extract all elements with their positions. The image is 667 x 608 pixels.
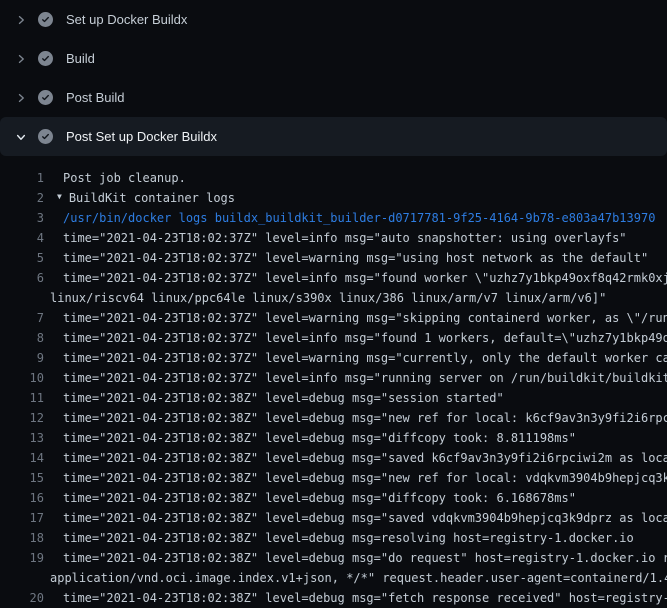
log-text: time="2021-04-23T18:02:38Z" level=debug … xyxy=(44,448,667,468)
log-text: time="2021-04-23T18:02:38Z" level=debug … xyxy=(44,428,576,448)
log-line: 8time="2021-04-23T18:02:37Z" level=info … xyxy=(0,328,667,348)
check-circle-icon xyxy=(38,51,53,66)
log-text: time="2021-04-23T18:02:37Z" level=info m… xyxy=(44,268,667,288)
line-number[interactable]: 2 xyxy=(0,188,44,208)
log-line: 13time="2021-04-23T18:02:38Z" level=debu… xyxy=(0,428,667,448)
log-text: time="2021-04-23T18:02:38Z" level=debug … xyxy=(44,508,667,528)
log-line: 5time="2021-04-23T18:02:37Z" level=warni… xyxy=(0,248,667,268)
log-line: 20time="2021-04-23T18:02:38Z" level=debu… xyxy=(0,588,667,608)
log-text: time="2021-04-23T18:02:37Z" level=info m… xyxy=(44,368,667,388)
log-line: linux/riscv64 linux/ppc64le linux/s390x … xyxy=(0,288,667,308)
log-line: application/vnd.oci.image.index.v1+json,… xyxy=(0,568,667,588)
line-number[interactable]: 20 xyxy=(0,588,44,608)
line-number[interactable]: 7 xyxy=(0,308,44,328)
line-number[interactable]: 19 xyxy=(0,548,44,568)
line-number[interactable]: 9 xyxy=(0,348,44,368)
chevron-right-icon xyxy=(13,12,29,28)
log-text: time="2021-04-23T18:02:37Z" level=warnin… xyxy=(44,248,648,268)
check-circle-icon xyxy=(38,129,53,144)
log-line: 17time="2021-04-23T18:02:38Z" level=debu… xyxy=(0,508,667,528)
line-number[interactable]: 5 xyxy=(0,248,44,268)
log-command-text: /usr/bin/docker logs buildx_buildkit_bui… xyxy=(44,208,655,228)
log-line: 14time="2021-04-23T18:02:38Z" level=debu… xyxy=(0,448,667,468)
log-line: 10time="2021-04-23T18:02:37Z" level=info… xyxy=(0,368,667,388)
step-header-set-up-docker-buildx[interactable]: Set up Docker Buildx xyxy=(0,0,667,39)
step-header-post-set-up-docker-buildx[interactable]: Post Set up Docker Buildx xyxy=(0,117,667,156)
step-header-build[interactable]: Build xyxy=(0,39,667,78)
line-number xyxy=(0,568,44,588)
line-number[interactable]: 14 xyxy=(0,448,44,468)
line-number[interactable]: 15 xyxy=(0,468,44,488)
step-label: Post Set up Docker Buildx xyxy=(66,129,217,144)
log-group-label: BuildKit container logs xyxy=(69,188,235,208)
log-text: Post job cleanup. xyxy=(44,168,186,188)
line-number[interactable]: 18 xyxy=(0,528,44,548)
log-text: time="2021-04-23T18:02:38Z" level=debug … xyxy=(44,548,667,568)
log-line: 15time="2021-04-23T18:02:38Z" level=debu… xyxy=(0,468,667,488)
line-number[interactable]: 13 xyxy=(0,428,44,448)
steps-list: Set up Docker Buildx Build Post Build Po… xyxy=(0,0,667,156)
log-line: 19time="2021-04-23T18:02:38Z" level=debu… xyxy=(0,548,667,568)
log-text: time="2021-04-23T18:02:37Z" level=warnin… xyxy=(44,308,667,328)
log-text: time="2021-04-23T18:02:37Z" level=info m… xyxy=(44,228,627,248)
log-line: 2 ▼ BuildKit container logs xyxy=(0,188,667,208)
log-line: 12time="2021-04-23T18:02:38Z" level=debu… xyxy=(0,408,667,428)
check-circle-icon xyxy=(38,90,53,105)
step-header-post-build[interactable]: Post Build xyxy=(0,78,667,117)
line-number[interactable]: 11 xyxy=(0,388,44,408)
step-label: Build xyxy=(66,51,95,66)
log-line: 1Post job cleanup. xyxy=(0,168,667,188)
line-number[interactable]: 8 xyxy=(0,328,44,348)
line-number[interactable]: 17 xyxy=(0,508,44,528)
log-text: ▼ BuildKit container logs xyxy=(44,188,235,208)
log-group-toggle-icon[interactable]: ▼ xyxy=(57,188,62,207)
log-text: time="2021-04-23T18:02:38Z" level=debug … xyxy=(44,388,504,408)
log-line: 6time="2021-04-23T18:02:37Z" level=info … xyxy=(0,268,667,288)
line-number[interactable]: 4 xyxy=(0,228,44,248)
log-text: time="2021-04-23T18:02:37Z" level=warnin… xyxy=(44,348,667,368)
chevron-right-icon xyxy=(13,90,29,106)
chevron-down-icon xyxy=(13,129,29,145)
log-line: 16time="2021-04-23T18:02:38Z" level=debu… xyxy=(0,488,667,508)
log-text: application/vnd.oci.image.index.v1+json,… xyxy=(44,568,667,588)
log-line: 18time="2021-04-23T18:02:38Z" level=debu… xyxy=(0,528,667,548)
step-label: Set up Docker Buildx xyxy=(66,12,187,27)
log-text: time="2021-04-23T18:02:38Z" level=debug … xyxy=(44,488,576,508)
log-line: 11time="2021-04-23T18:02:38Z" level=debu… xyxy=(0,388,667,408)
line-number[interactable]: 1 xyxy=(0,168,44,188)
log-text: time="2021-04-23T18:02:38Z" level=debug … xyxy=(44,528,634,548)
line-number[interactable]: 6 xyxy=(0,268,44,288)
log-line: 7time="2021-04-23T18:02:37Z" level=warni… xyxy=(0,308,667,328)
log-line: 9time="2021-04-23T18:02:37Z" level=warni… xyxy=(0,348,667,368)
step-label: Post Build xyxy=(66,90,125,105)
log-text: time="2021-04-23T18:02:37Z" level=info m… xyxy=(44,328,667,348)
log-line: 4time="2021-04-23T18:02:37Z" level=info … xyxy=(0,228,667,248)
log-line: 3/usr/bin/docker logs buildx_buildkit_bu… xyxy=(0,208,667,228)
line-number[interactable]: 16 xyxy=(0,488,44,508)
line-number[interactable]: 12 xyxy=(0,408,44,428)
line-number[interactable]: 3 xyxy=(0,208,44,228)
line-number[interactable]: 10 xyxy=(0,368,44,388)
log-text: linux/riscv64 linux/ppc64le linux/s390x … xyxy=(44,288,606,308)
chevron-right-icon xyxy=(13,51,29,67)
log-output: 1Post job cleanup.2 ▼ BuildKit container l… xyxy=(0,156,667,608)
log-text: time="2021-04-23T18:02:38Z" level=debug … xyxy=(44,408,667,428)
log-text: time="2021-04-23T18:02:38Z" level=debug … xyxy=(44,468,667,488)
line-number xyxy=(0,288,44,308)
log-text: time="2021-04-23T18:02:38Z" level=debug … xyxy=(44,588,667,608)
check-circle-icon xyxy=(38,12,53,27)
